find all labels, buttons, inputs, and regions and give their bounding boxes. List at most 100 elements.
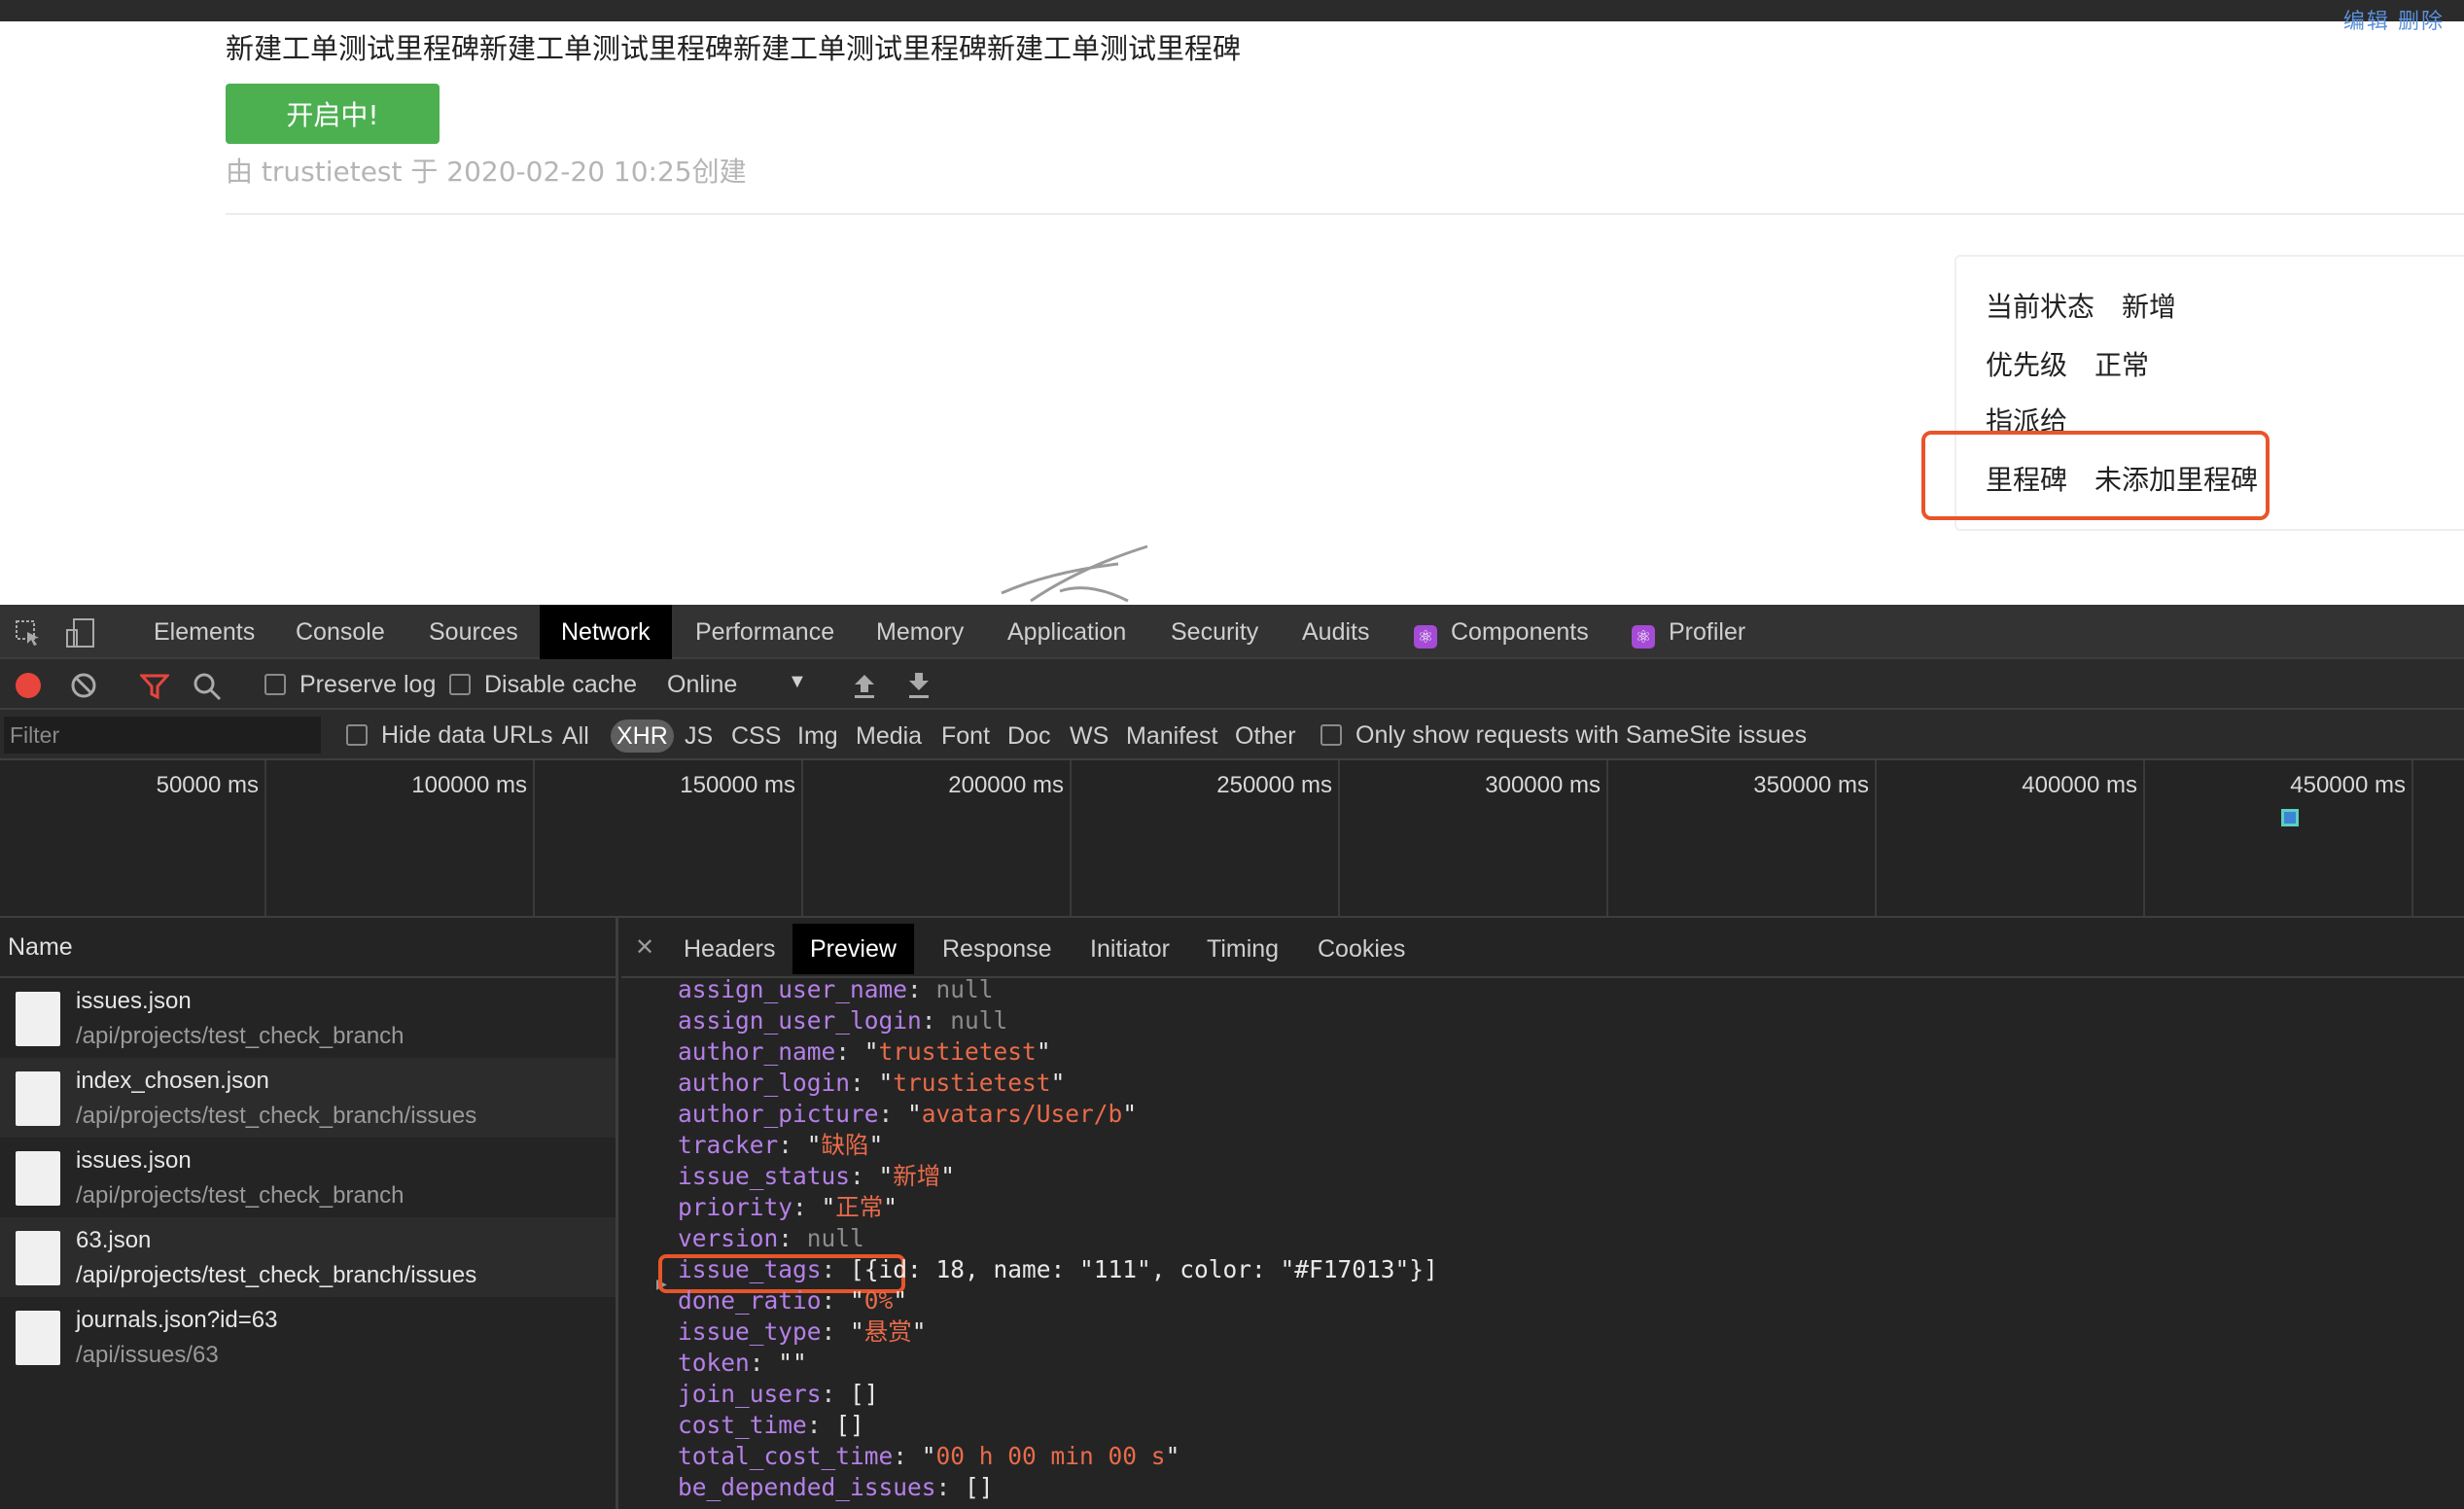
network-filterbar: Hide data URLs All XHR JS CSS Img Media … xyxy=(0,710,2464,760)
samesite-label: Only show requests with SameSite issues xyxy=(1355,721,1808,749)
json-line-tracker: tracker: "缺陷" xyxy=(678,1131,884,1159)
json-line-author-picture: author_picture: "avatars/User/b" xyxy=(678,1100,1138,1128)
filter-input[interactable] xyxy=(4,717,321,754)
json-key: done_ratio xyxy=(678,1286,822,1315)
divider xyxy=(226,213,2464,215)
json-value: 00 h 00 min 00 s xyxy=(935,1442,1166,1470)
tab-memory[interactable]: Memory xyxy=(855,605,985,659)
json-line-token: token: "" xyxy=(678,1349,807,1377)
json-line-author-name: author_name: "trustietest" xyxy=(678,1037,1051,1066)
json-line-issue-tags: issue_tags: [{id: 18, name: "111", color… xyxy=(678,1255,1438,1283)
type-filter-all[interactable]: All xyxy=(556,719,595,753)
json-value: avatars/User/b xyxy=(921,1100,1123,1128)
timeline-tick-label: 100000 ms xyxy=(411,772,527,798)
json-value: null xyxy=(806,1224,864,1252)
search-icon[interactable] xyxy=(193,672,222,701)
json-value: 正常 xyxy=(835,1193,884,1221)
devtools-tabbar: Elements Console Sources Network Perform… xyxy=(0,605,2464,659)
network-timeline[interactable]: 50000 ms 100000 ms 150000 ms 200000 ms 2… xyxy=(0,760,2464,918)
json-value: 新增 xyxy=(893,1162,941,1190)
hide-data-urls-label: Hide data URLs xyxy=(381,721,553,749)
file-icon xyxy=(16,1151,60,1206)
request-row[interactable]: journals.json?id=63 /api/issues/63 xyxy=(0,1297,616,1377)
timeline-tick-label: 150000 ms xyxy=(680,772,795,798)
clear-icon[interactable] xyxy=(70,672,97,699)
json-key: author_login xyxy=(678,1069,851,1097)
tab-console[interactable]: Console xyxy=(274,605,406,659)
json-value: trustietest xyxy=(878,1037,1037,1066)
tab-elements[interactable]: Elements xyxy=(132,605,276,659)
timeline-tick-label: 400000 ms xyxy=(2022,772,2137,798)
tab-profiler[interactable]: ⚛ Profiler xyxy=(1610,605,1767,659)
tab-response[interactable]: Response xyxy=(925,924,1070,974)
tab-preview[interactable]: Preview xyxy=(792,924,914,974)
tab-audits[interactable]: Audits xyxy=(1281,605,1390,659)
json-key: version xyxy=(678,1224,779,1252)
json-key: issue_type xyxy=(678,1317,822,1346)
tab-timing[interactable]: Timing xyxy=(1189,924,1296,974)
tab-performance[interactable]: Performance xyxy=(674,605,856,659)
priority-value: 正常 xyxy=(2094,349,2150,381)
tab-cookies[interactable]: Cookies xyxy=(1300,924,1423,974)
browser-top-strip: 编辑 删除 xyxy=(0,0,2464,33)
issue-status-button[interactable]: 开启中! xyxy=(226,84,440,144)
type-filter-js[interactable]: JS xyxy=(679,719,719,753)
timeline-gridline xyxy=(1338,760,1340,916)
status-value: 新增 xyxy=(2122,291,2177,323)
milestone-highlight-box xyxy=(1921,431,2270,520)
type-filter-other[interactable]: Other xyxy=(1229,719,1302,753)
timeline-tick-label: 50000 ms xyxy=(156,772,259,798)
tab-sources[interactable]: Sources xyxy=(407,605,540,659)
tab-components[interactable]: ⚛ Components xyxy=(1392,605,1610,659)
chevron-down-icon[interactable]: ▼ xyxy=(788,671,807,693)
inspect-element-icon[interactable] xyxy=(14,618,43,648)
json-line-author-login: author_login: "trustietest" xyxy=(678,1069,1066,1097)
json-line-issue-type: issue_type: "悬赏" xyxy=(678,1317,927,1346)
close-icon[interactable]: ✕ xyxy=(635,933,654,962)
record-button-icon[interactable] xyxy=(16,673,41,698)
type-filter-ws[interactable]: WS xyxy=(1064,719,1114,753)
download-icon[interactable] xyxy=(906,671,932,700)
type-filter-font[interactable]: Font xyxy=(935,719,996,753)
request-row[interactable]: issues.json /api/projects/test_check_bra… xyxy=(0,978,616,1058)
device-toolbar-icon[interactable] xyxy=(64,616,97,649)
preserve-log-checkbox[interactable] xyxy=(264,674,286,695)
request-row-selected[interactable]: 63.json /api/projects/test_check_branch/… xyxy=(0,1217,616,1297)
upload-icon[interactable] xyxy=(852,671,877,700)
json-key: cost_time xyxy=(678,1411,807,1439)
timeline-tick-label: 450000 ms xyxy=(2290,772,2406,798)
request-name: index_chosen.json xyxy=(76,1068,269,1094)
edit-delete-links[interactable]: 编辑 删除 xyxy=(2343,4,2445,35)
type-filter-css[interactable]: CSS xyxy=(725,719,787,753)
type-filter-manifest[interactable]: Manifest xyxy=(1120,719,1223,753)
json-line-done-ratio: done_ratio: "0%" xyxy=(678,1286,908,1315)
file-icon xyxy=(16,992,60,1046)
name-column-header[interactable]: Name xyxy=(0,918,616,978)
json-key: be_depended_issues xyxy=(678,1473,936,1501)
type-filter-xhr[interactable]: XHR xyxy=(611,719,674,753)
tab-headers[interactable]: Headers xyxy=(666,924,793,974)
tab-initiator[interactable]: Initiator xyxy=(1073,924,1187,974)
samesite-checkbox[interactable] xyxy=(1320,724,1342,746)
type-filter-media[interactable]: Media xyxy=(850,719,928,753)
json-key: join_users xyxy=(678,1380,822,1408)
hide-data-urls-checkbox[interactable] xyxy=(346,724,368,746)
json-key: issue_tags xyxy=(678,1255,822,1283)
web-page: 编辑 删除 新建工单测试里程碑新建工单测试里程碑新建工单测试里程碑新建工单测试里… xyxy=(0,0,2464,605)
json-key: total_cost_time xyxy=(678,1442,894,1470)
type-filter-doc[interactable]: Doc xyxy=(1002,719,1056,753)
timeline-tick-label: 300000 ms xyxy=(1485,772,1601,798)
filter-icon[interactable] xyxy=(140,673,169,700)
devtools-panel: Elements Console Sources Network Perform… xyxy=(0,605,2464,1509)
type-filter-img[interactable]: Img xyxy=(792,719,844,753)
tab-network[interactable]: Network xyxy=(540,605,672,659)
tab-application[interactable]: Application xyxy=(986,605,1147,659)
timeline-request-marker xyxy=(2281,809,2299,826)
throttle-select[interactable]: Online xyxy=(667,671,737,699)
request-path: /api/projects/test_check_branch xyxy=(76,1023,405,1049)
tab-security[interactable]: Security xyxy=(1149,605,1280,659)
request-row[interactable]: issues.json /api/projects/test_check_bra… xyxy=(0,1138,616,1217)
request-row[interactable]: index_chosen.json /api/projects/test_che… xyxy=(0,1058,616,1138)
disable-cache-checkbox[interactable] xyxy=(449,674,471,695)
timeline-tick-label: 350000 ms xyxy=(1753,772,1869,798)
